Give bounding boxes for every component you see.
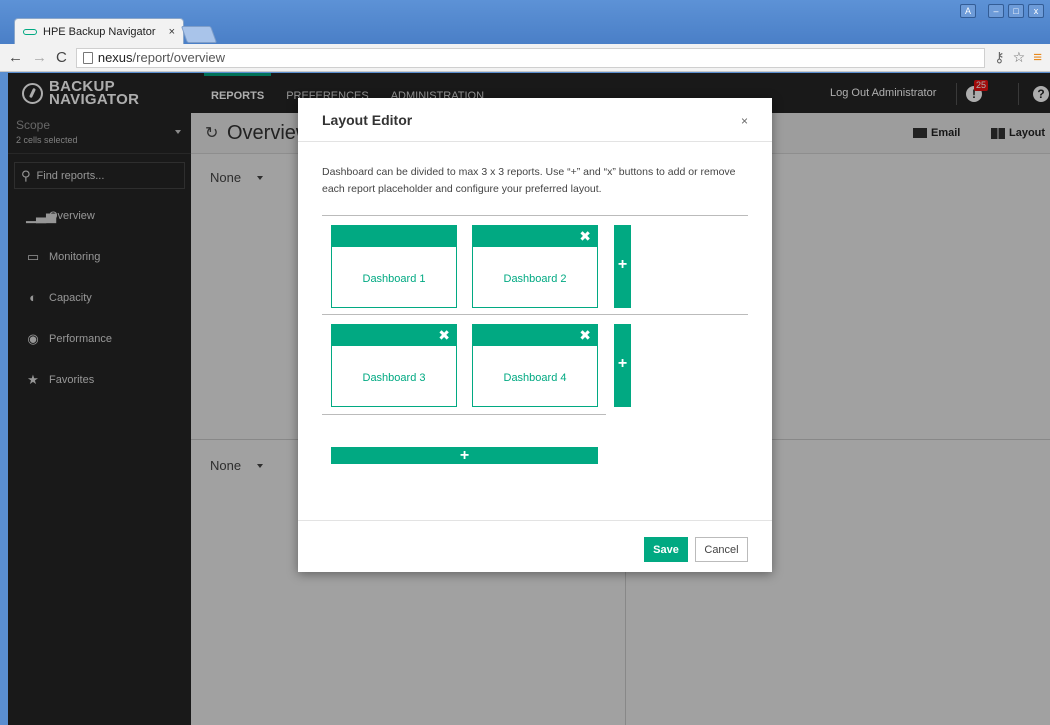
app: BACKUP NAVIGATOR REPORTS PREFERENCES ADMI… — [8, 73, 1050, 725]
add-column-button[interactable]: + — [614, 324, 631, 407]
tab-close-icon[interactable]: × — [169, 26, 175, 38]
minimize-button[interactable]: – — [988, 4, 1004, 18]
save-button[interactable]: Save — [644, 537, 688, 562]
close-icon[interactable]: × — [741, 114, 748, 128]
page-icon — [82, 51, 93, 64]
new-tab-button[interactable] — [180, 26, 218, 43]
profile-button[interactable]: A — [960, 4, 976, 18]
back-icon[interactable]: ← — [8, 49, 23, 66]
layout-editor-dialog: Layout Editor × Dashboard can be divided… — [298, 98, 772, 572]
dialog-title: Layout Editor — [322, 112, 413, 128]
row-divider — [322, 215, 748, 216]
dashboard-label: Dashboard 1 — [362, 273, 426, 285]
dashboard-placeholder[interactable]: ✖ Dashboard 3 — [331, 324, 457, 407]
row-divider — [322, 314, 748, 315]
row-divider — [322, 414, 606, 415]
browser-tab[interactable]: HPE Backup Navigator × — [14, 18, 184, 44]
url-host: nexus — [97, 50, 133, 65]
close-window-button[interactable]: x — [1028, 4, 1044, 18]
remove-icon[interactable]: ✖ — [579, 228, 591, 245]
forward-icon[interactable]: → — [32, 49, 47, 66]
url-path: /report/overview — [132, 50, 226, 65]
cancel-button[interactable]: Cancel — [695, 537, 748, 562]
placeholder-header: ✖ — [473, 226, 597, 247]
tab-title: HPE Backup Navigator — [43, 25, 156, 38]
placeholder-header: ✖ — [473, 325, 597, 346]
add-row-button[interactable]: + — [331, 447, 598, 464]
remove-icon[interactable]: ✖ — [438, 327, 450, 344]
dashboard-placeholder[interactable]: ✖ Dashboard 4 — [472, 324, 598, 407]
maximize-button[interactable]: □ — [1008, 4, 1024, 18]
dashboard-label: Dashboard 4 — [503, 372, 567, 384]
dashboard-placeholder[interactable]: ✖ Dashboard 2 — [472, 225, 598, 308]
placeholder-header: ✖ — [332, 325, 456, 346]
address-bar[interactable]: nexus/report/overview — [75, 47, 986, 68]
star-icon[interactable]: ☆ — [1013, 49, 1026, 66]
address-toolbar: ← → C nexus/report/overview ⚷ ☆ ≡ — [0, 44, 1050, 72]
dialog-footer: Save Cancel — [298, 520, 772, 572]
dashboard-label: Dashboard 2 — [503, 273, 567, 285]
dashboard-label: Dashboard 3 — [362, 372, 426, 384]
add-column-button[interactable]: + — [614, 225, 631, 308]
placeholder-header — [332, 226, 456, 247]
browser-titlebar: HPE Backup Navigator × A – □ x — [0, 0, 1050, 44]
dashboard-placeholder[interactable]: Dashboard 1 — [331, 225, 457, 308]
browser-menu-icon[interactable]: ≡ — [1033, 49, 1042, 66]
hpe-favicon-icon — [23, 28, 37, 35]
key-icon[interactable]: ⚷ — [994, 49, 1004, 66]
window-controls: A – □ x — [960, 4, 1044, 18]
dialog-description: Dashboard can be divided to max 3 x 3 re… — [322, 166, 736, 195]
reload-icon[interactable]: C — [56, 49, 67, 66]
remove-icon[interactable]: ✖ — [579, 327, 591, 344]
